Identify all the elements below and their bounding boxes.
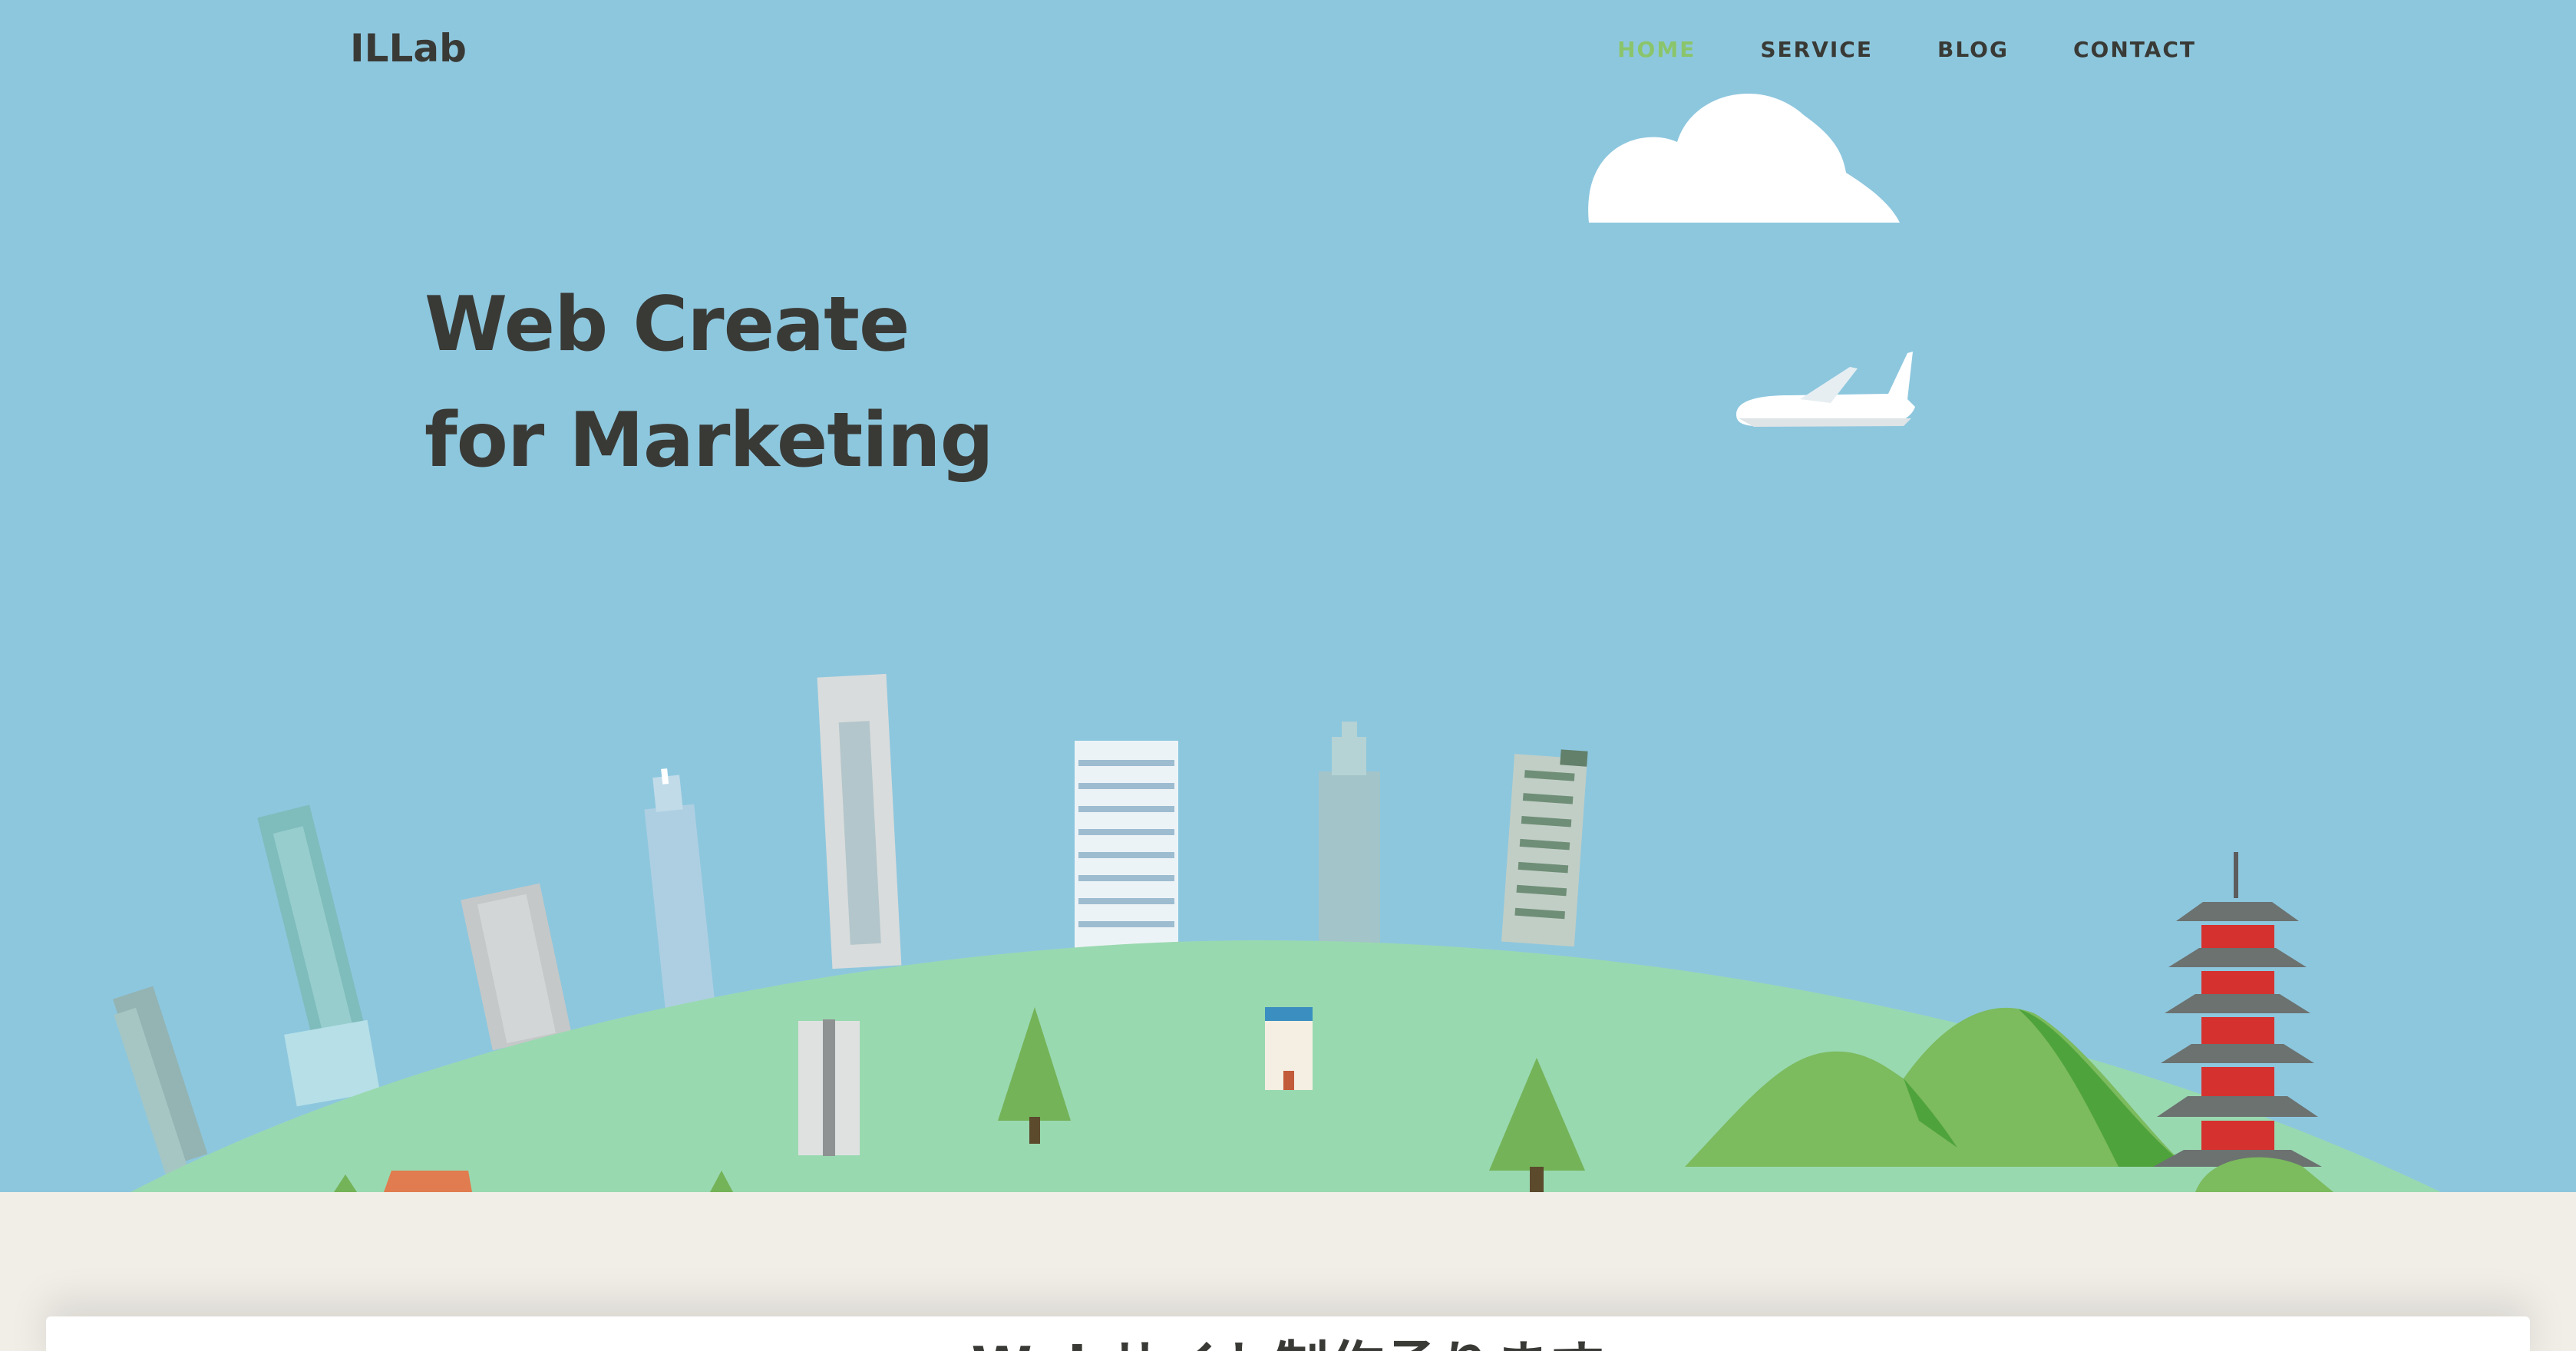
nav-item-service[interactable]: SERVICE <box>1760 37 1873 62</box>
hero-headline: Web Create for Marketing <box>424 267 994 499</box>
city-illustration <box>112 93 2441 1192</box>
cloud-icon <box>1588 93 1900 223</box>
hero-headline-line2: for Marketing <box>424 397 994 484</box>
skyscraper-icon <box>1501 749 1588 947</box>
skyscraper-icon <box>257 804 381 1107</box>
skyscraper-icon <box>461 883 572 1051</box>
skyscraper-icon <box>1075 741 1178 948</box>
page: ILLab HOME SERVICE BLOG CONTACT Web Crea… <box>0 0 2576 1351</box>
skyscraper-icon <box>644 768 716 1016</box>
hero-headline-line1: Web Create <box>424 281 910 368</box>
section-title: Webサイト制作承ります <box>0 1322 2576 1351</box>
airplane-icon <box>1736 352 1915 427</box>
skyscraper-icon <box>817 673 902 969</box>
main-nav: HOME SERVICE BLOG CONTACT <box>1617 37 2196 62</box>
nav-item-contact[interactable]: CONTACT <box>2073 37 2196 62</box>
roof <box>384 1171 472 1192</box>
skyscraper-icon <box>112 986 208 1176</box>
skyscraper-icon <box>1319 722 1380 944</box>
hotel-icon <box>1265 1007 1313 1090</box>
hero-section: ILLab HOME SERVICE BLOG CONTACT Web Crea… <box>0 0 2576 1192</box>
nav-item-home[interactable]: HOME <box>1617 37 1696 62</box>
site-logo[interactable]: ILLab <box>350 26 467 71</box>
skyscraper-icon <box>798 1019 860 1156</box>
site-header: ILLab HOME SERVICE BLOG CONTACT <box>0 0 2576 107</box>
nav-item-blog[interactable]: BLOG <box>1937 37 2009 62</box>
